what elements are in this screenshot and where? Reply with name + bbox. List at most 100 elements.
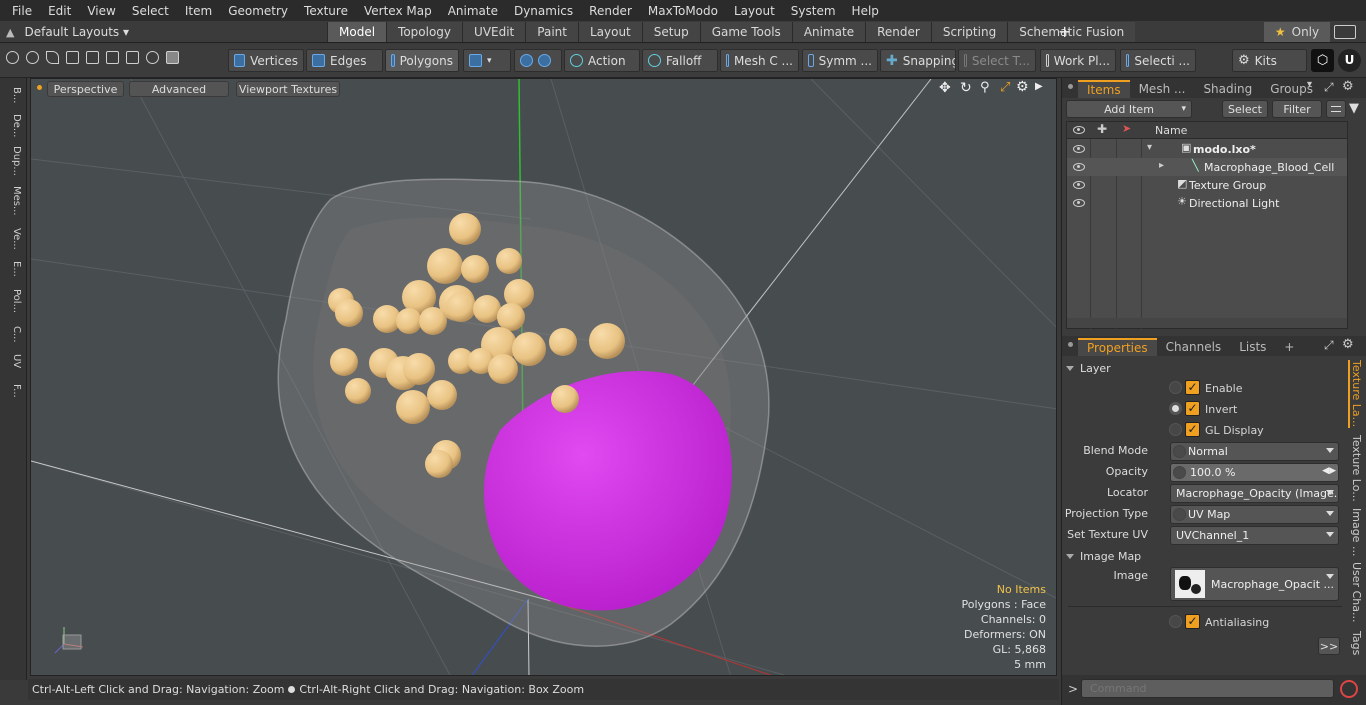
viewport-gear-icon[interactable]: ⚙ bbox=[1016, 79, 1029, 95]
frame-icon[interactable] bbox=[126, 51, 139, 64]
blend-mode-dropdown[interactable]: Normal bbox=[1170, 442, 1339, 461]
tab-scripting[interactable]: Scripting bbox=[930, 22, 1008, 42]
visibility-eye-icon[interactable] bbox=[1073, 199, 1085, 207]
items-gear-icon[interactable]: ⚙ bbox=[1342, 79, 1354, 94]
side-tab-0[interactable]: Texture La... bbox=[1348, 360, 1363, 428]
slider-handle-icon[interactable]: ◀▶ bbox=[1322, 466, 1336, 476]
visibility-eye-icon[interactable] bbox=[1073, 145, 1085, 153]
locator-dropdown[interactable]: Macrophage_Opacity (Image... bbox=[1170, 484, 1339, 503]
tree-row[interactable]: ◩ Texture Group bbox=[1067, 176, 1347, 194]
3d-viewport[interactable]: Perspective Advanced Viewport Textures ✥… bbox=[30, 78, 1057, 676]
globe-icon[interactable] bbox=[26, 51, 39, 64]
select-button[interactable]: Select bbox=[1222, 100, 1268, 118]
collapse-arrow-icon[interactable]: ▸ bbox=[1159, 160, 1164, 171]
layouts-dropdown[interactable]: Default Layouts ▾ bbox=[24, 25, 129, 39]
tree-row[interactable]: ▾ ▣ modo.lxo* bbox=[1067, 140, 1347, 158]
menu-item-render[interactable]: Render bbox=[581, 4, 640, 18]
circle-select-icon[interactable] bbox=[6, 51, 19, 64]
menu-item-dynamics[interactable]: Dynamics bbox=[506, 4, 581, 18]
viewport-textures-button[interactable]: Viewport Textures bbox=[236, 81, 340, 97]
layout-expand-icon[interactable] bbox=[1334, 25, 1356, 39]
edges-button[interactable]: Edges bbox=[306, 49, 383, 72]
add-item-button[interactable]: Add Item ▾ bbox=[1066, 100, 1192, 118]
properties-expand-icon[interactable]: ⤢ bbox=[1324, 338, 1334, 353]
tab-setup[interactable]: Setup bbox=[641, 22, 700, 42]
left-tab-6[interactable]: Pol... bbox=[4, 284, 22, 318]
mesh-constraint-button[interactable]: Mesh C ... bbox=[720, 49, 799, 72]
only-toggle[interactable]: ★ Only bbox=[1264, 22, 1330, 42]
image-map-section-header[interactable]: Image Map bbox=[1066, 547, 1342, 565]
tab-uvedit[interactable]: UVEdit bbox=[462, 22, 526, 42]
properties-tab-0[interactable]: Properties bbox=[1078, 338, 1157, 356]
menu-item-help[interactable]: Help bbox=[844, 4, 887, 18]
grid-icon[interactable] bbox=[106, 51, 119, 64]
symmetry-button[interactable]: Symm ... bbox=[802, 49, 878, 72]
filter-funnel-icon[interactable]: ▼ bbox=[1349, 101, 1359, 116]
properties-gear-icon[interactable]: ⚙ bbox=[1342, 337, 1354, 352]
expand-arrow-icon[interactable]: ▾ bbox=[1147, 142, 1152, 153]
left-tab-4[interactable]: Ve... bbox=[4, 224, 22, 254]
add-tab-button[interactable]: + bbox=[1058, 22, 1072, 42]
work-plane-button[interactable]: Work Pl... bbox=[1040, 49, 1116, 72]
tab-layout[interactable]: Layout bbox=[577, 22, 642, 42]
vertices-button[interactable]: Vertices bbox=[228, 49, 304, 72]
items-tab-more-icon[interactable]: ▾ bbox=[1307, 79, 1312, 90]
items-tab-2[interactable]: Shading bbox=[1194, 80, 1261, 98]
left-tab-9[interactable]: F... bbox=[4, 376, 22, 406]
invert-radio[interactable] bbox=[1169, 402, 1182, 415]
antialiasing-radio[interactable] bbox=[1169, 615, 1182, 628]
tree-row[interactable]: ▸ ╲ Macrophage_Blood_Cell bbox=[1067, 158, 1347, 176]
zoom-icon[interactable]: ⚲ bbox=[980, 80, 990, 95]
menu-item-view[interactable]: View bbox=[79, 4, 123, 18]
items-tab-3[interactable]: Groups bbox=[1261, 80, 1322, 98]
properties-tab-3[interactable]: + bbox=[1275, 338, 1303, 356]
side-tab-4[interactable]: Tags bbox=[1348, 628, 1363, 658]
more-button[interactable]: >> bbox=[1318, 637, 1340, 655]
tree-row[interactable]: ☀ Directional Light bbox=[1067, 194, 1347, 212]
menu-item-select[interactable]: Select bbox=[124, 4, 177, 18]
pan-icon[interactable]: ✥ bbox=[939, 80, 951, 96]
opacity-slider[interactable]: 100.0 % ◀▶ bbox=[1170, 463, 1339, 482]
properties-tab-1[interactable]: Channels bbox=[1157, 338, 1231, 356]
advanced-button[interactable]: Advanced bbox=[129, 81, 229, 97]
side-tab-2[interactable]: Image ... bbox=[1348, 508, 1363, 556]
left-tab-8[interactable]: UV bbox=[4, 350, 22, 372]
antialiasing-checkbox[interactable]: ✓ bbox=[1185, 614, 1200, 629]
menu-item-animate[interactable]: Animate bbox=[440, 4, 506, 18]
menu-item-maxtomodo[interactable]: MaxToModo bbox=[640, 4, 726, 18]
set-uv-dropdown[interactable]: UVChannel_1 bbox=[1170, 526, 1339, 545]
enable-checkbox[interactable]: ✓ bbox=[1185, 380, 1200, 395]
left-tab-0[interactable]: B... bbox=[4, 82, 22, 108]
left-tab-7[interactable]: C... bbox=[4, 322, 22, 346]
tab-topology[interactable]: Topology bbox=[386, 22, 463, 42]
viewport-options-dot-icon[interactable] bbox=[37, 85, 42, 90]
visibility-eye-icon[interactable] bbox=[1073, 163, 1085, 171]
menu-item-layout[interactable]: Layout bbox=[726, 4, 783, 18]
snapping-button[interactable]: ✚ Snapping bbox=[880, 49, 956, 72]
home-icon[interactable]: ▲ bbox=[6, 26, 14, 39]
record-icon[interactable] bbox=[1340, 680, 1358, 698]
image-dropdown[interactable]: Macrophage_Opacit ... bbox=[1170, 567, 1339, 601]
items-expand-icon[interactable]: ⤢ bbox=[1324, 80, 1334, 95]
selection-sets-button[interactable]: Selecti ... bbox=[1120, 49, 1196, 72]
select-through-button[interactable]: Select T... bbox=[958, 49, 1036, 72]
tab-animate[interactable]: Animate bbox=[791, 22, 866, 42]
menu-item-vertex-map[interactable]: Vertex Map bbox=[356, 4, 440, 18]
properties-tab-2[interactable]: Lists bbox=[1230, 338, 1275, 356]
maximize-icon[interactable]: ⤢ bbox=[1000, 80, 1010, 95]
side-tab-1[interactable]: Texture Lo... bbox=[1348, 432, 1363, 504]
tab-render[interactable]: Render bbox=[865, 22, 931, 42]
menu-item-file[interactable]: File bbox=[4, 4, 40, 18]
symmetry-toggles[interactable] bbox=[514, 49, 562, 72]
perspective-button[interactable]: Perspective bbox=[47, 81, 124, 97]
layer-section-header[interactable]: Layer bbox=[1066, 359, 1342, 377]
brush-icon[interactable] bbox=[66, 51, 79, 64]
side-tab-3[interactable]: User Cha... bbox=[1348, 560, 1363, 624]
items-tab-1[interactable]: Mesh ... bbox=[1130, 80, 1195, 98]
pen-icon[interactable] bbox=[46, 51, 59, 64]
clock-icon[interactable] bbox=[146, 51, 159, 64]
left-tab-2[interactable]: Dup... bbox=[4, 144, 22, 178]
projection-dropdown[interactable]: UV Map bbox=[1170, 505, 1339, 524]
kits-button[interactable]: ⚙ Kits bbox=[1232, 49, 1307, 72]
align-icon[interactable] bbox=[86, 51, 99, 64]
